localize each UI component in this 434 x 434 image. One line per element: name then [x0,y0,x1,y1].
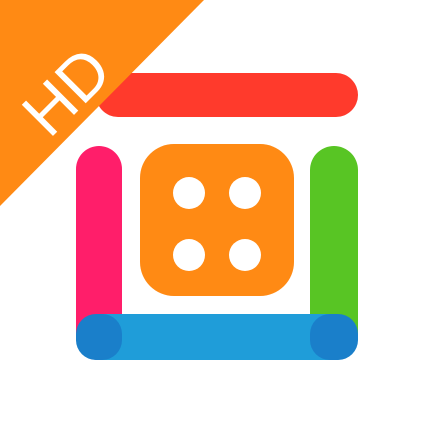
bottom-left-overlap [76,314,122,360]
dice-pip-bottom-left [173,239,205,271]
dice-pip-top-right [229,177,261,209]
dice-face [140,144,294,296]
dice-pip-top-left [173,177,205,209]
app-icon-graphic: HD [0,0,434,434]
bottom-right-overlap [310,314,358,360]
app-icon[interactable]: HD [0,0,434,434]
top-red-bar [96,73,358,117]
dice-pip-bottom-right [229,239,261,271]
